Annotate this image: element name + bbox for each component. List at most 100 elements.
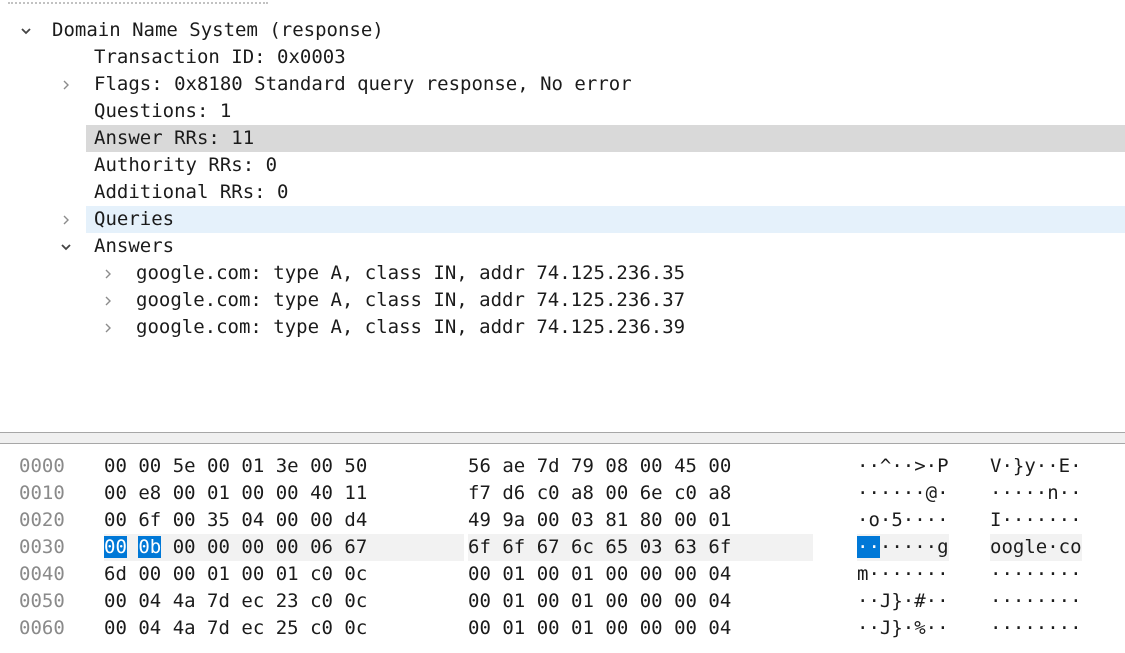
tree-row[interactable]: Transaction ID: 0x0003 bbox=[0, 44, 1125, 71]
hex-byte[interactable]: 03 bbox=[640, 536, 663, 558]
hex-byte[interactable]: 49 bbox=[468, 509, 491, 531]
hex-byte[interactable]: 79 bbox=[571, 455, 594, 477]
chevron-down-icon[interactable] bbox=[58, 233, 74, 260]
hex-byte[interactable]: 50 bbox=[344, 455, 367, 477]
hex-byte[interactable]: 5e bbox=[173, 455, 196, 477]
hex-byte[interactable]: 00 bbox=[640, 455, 663, 477]
ascii-text[interactable]: ······@· bbox=[857, 480, 949, 507]
hex-byte-group[interactable]: 6f 6f 67 6c 65 03 63 6f bbox=[468, 534, 813, 561]
hex-byte[interactable]: ec bbox=[241, 590, 264, 612]
hex-byte[interactable]: 04 bbox=[708, 617, 731, 639]
chevron-right-icon[interactable] bbox=[100, 260, 116, 287]
ascii-text[interactable]: ··J}·#·· bbox=[857, 588, 949, 615]
ascii-text[interactable]: ·o·5···· bbox=[857, 507, 949, 534]
hex-byte[interactable]: f7 bbox=[468, 482, 491, 504]
hex-byte[interactable]: 6e bbox=[640, 482, 663, 504]
hex-byte-group[interactable]: 6d 00 00 01 00 01 c0 0c bbox=[104, 561, 464, 588]
tree-row[interactable]: Additional RRs: 0 bbox=[0, 179, 1125, 206]
hex-byte[interactable]: d6 bbox=[502, 482, 525, 504]
hex-byte-group[interactable]: 00 01 00 01 00 00 00 04 bbox=[468, 588, 813, 615]
hex-byte[interactable]: 01 bbox=[571, 590, 594, 612]
hex-byte[interactable]: 7d bbox=[207, 590, 230, 612]
hex-byte-group[interactable]: 00 00 5e 00 01 3e 00 50 bbox=[104, 453, 464, 480]
hex-byte[interactable]: 7d bbox=[207, 617, 230, 639]
hex-byte[interactable]: a8 bbox=[708, 482, 731, 504]
hex-byte[interactable]: 00 bbox=[468, 617, 491, 639]
hex-byte[interactable]: 00 bbox=[104, 536, 127, 558]
hex-byte[interactable]: 40 bbox=[310, 482, 333, 504]
hex-byte[interactable]: 23 bbox=[276, 590, 299, 612]
hex-byte[interactable]: 00 bbox=[537, 509, 560, 531]
tree-row[interactable]: google.com: type A, class IN, addr 74.12… bbox=[0, 314, 1125, 341]
hex-byte[interactable]: 00 bbox=[468, 590, 491, 612]
hex-byte[interactable]: 00 bbox=[173, 482, 196, 504]
hex-byte[interactable]: 00 bbox=[241, 536, 264, 558]
hex-byte[interactable]: 00 bbox=[537, 617, 560, 639]
ascii-text[interactable]: ········ bbox=[990, 615, 1082, 642]
hex-row[interactable]: 0010 00 e8 00 01 00 00 40 11 f7 d6 c0 a8 0… bbox=[0, 480, 1125, 507]
hex-byte[interactable]: 81 bbox=[605, 509, 628, 531]
hex-byte[interactable]: 6d bbox=[104, 563, 127, 585]
tree-row[interactable]: Domain Name System (response) bbox=[0, 17, 1125, 44]
hex-byte[interactable]: 45 bbox=[674, 455, 697, 477]
hex-byte[interactable]: 00 bbox=[674, 509, 697, 531]
hex-byte[interactable]: 65 bbox=[605, 536, 628, 558]
hex-row[interactable]: 0040 6d 00 00 01 00 01 c0 0c 00 01 00 01 0… bbox=[0, 561, 1125, 588]
hex-byte[interactable]: 08 bbox=[605, 455, 628, 477]
hex-byte[interactable]: 6f bbox=[708, 536, 731, 558]
hex-byte[interactable]: d4 bbox=[344, 509, 367, 531]
hex-byte[interactable]: 00 bbox=[104, 482, 127, 504]
ascii-text[interactable]: I······· bbox=[990, 507, 1082, 534]
hex-byte[interactable]: 4a bbox=[173, 590, 196, 612]
packet-bytes-pane[interactable]: 0000 00 00 5e 00 01 3e 00 50 56 ae 7d 79 0… bbox=[0, 444, 1125, 653]
hex-byte-group[interactable]: f7 d6 c0 a8 00 6e c0 a8 bbox=[468, 480, 813, 507]
hex-byte[interactable]: 00 bbox=[104, 617, 127, 639]
hex-byte[interactable]: c0 bbox=[310, 563, 333, 585]
hex-byte[interactable]: 04 bbox=[708, 590, 731, 612]
tree-row[interactable]: Questions: 1 bbox=[0, 98, 1125, 125]
hex-byte[interactable]: 00 bbox=[640, 590, 663, 612]
hex-byte[interactable]: 35 bbox=[207, 509, 230, 531]
hex-byte-group[interactable]: 00 01 00 01 00 00 00 04 bbox=[468, 561, 813, 588]
ascii-text[interactable]: ·····n·· bbox=[990, 480, 1082, 507]
hex-byte[interactable]: 01 bbox=[207, 482, 230, 504]
hex-byte[interactable]: 00 bbox=[207, 536, 230, 558]
hex-byte[interactable]: 6f bbox=[468, 536, 491, 558]
hex-byte[interactable]: 01 bbox=[207, 563, 230, 585]
hex-byte[interactable]: 00 bbox=[605, 482, 628, 504]
hex-byte[interactable]: 00 bbox=[674, 563, 697, 585]
hex-byte[interactable]: 01 bbox=[241, 455, 264, 477]
hex-byte[interactable]: 0b bbox=[138, 536, 162, 558]
hex-byte[interactable]: 00 bbox=[138, 563, 161, 585]
hex-byte[interactable]: 67 bbox=[344, 536, 367, 558]
ascii-text[interactable]: ········ bbox=[990, 588, 1082, 615]
hex-byte-group[interactable]: 00 0b 00 00 00 00 06 67 bbox=[104, 534, 464, 561]
hex-byte[interactable]: 6f bbox=[138, 509, 161, 531]
ascii-text[interactable]: V·}y··E· bbox=[990, 453, 1082, 480]
hex-byte[interactable]: 00 bbox=[104, 590, 127, 612]
chevron-right-icon[interactable] bbox=[100, 314, 116, 341]
hex-byte[interactable]: 4a bbox=[173, 617, 196, 639]
hex-byte[interactable]: 00 bbox=[605, 590, 628, 612]
ascii-text[interactable]: m······· bbox=[857, 561, 949, 588]
hex-byte[interactable]: 0c bbox=[344, 590, 367, 612]
hex-byte[interactable]: 00 bbox=[138, 455, 161, 477]
hex-byte[interactable]: 01 bbox=[708, 509, 731, 531]
hex-byte[interactable]: 00 bbox=[640, 617, 663, 639]
hex-byte[interactable]: 00 bbox=[468, 563, 491, 585]
hex-byte[interactable]: 00 bbox=[241, 482, 264, 504]
chevron-down-icon[interactable] bbox=[18, 17, 34, 44]
hex-row[interactable]: 0050 00 04 4a 7d ec 23 c0 0c 00 01 00 01 0… bbox=[0, 588, 1125, 615]
hex-byte[interactable]: 04 bbox=[241, 509, 264, 531]
hex-byte[interactable]: 67 bbox=[537, 536, 560, 558]
hex-byte[interactable]: 3e bbox=[276, 455, 299, 477]
hex-byte[interactable]: ec bbox=[241, 617, 264, 639]
hex-byte[interactable]: c0 bbox=[674, 482, 697, 504]
hex-byte[interactable]: 00 bbox=[173, 563, 196, 585]
hex-byte-group[interactable]: 56 ae 7d 79 08 00 45 00 bbox=[468, 453, 813, 480]
hex-byte[interactable]: 00 bbox=[674, 617, 697, 639]
hex-byte[interactable]: 63 bbox=[674, 536, 697, 558]
hex-byte[interactable]: 25 bbox=[276, 617, 299, 639]
hex-byte[interactable]: 00 bbox=[605, 617, 628, 639]
tree-row[interactable]: google.com: type A, class IN, addr 74.12… bbox=[0, 287, 1125, 314]
